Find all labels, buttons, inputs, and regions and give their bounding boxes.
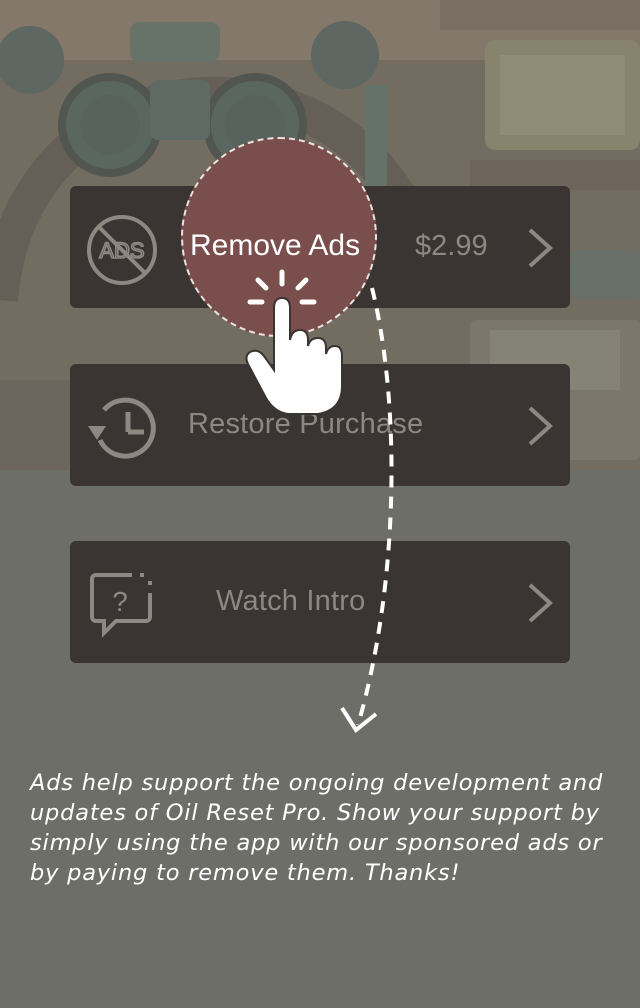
tutorial-message: Ads help support the ongoing development…: [30, 769, 604, 886]
remove-ads-price: $2.99: [415, 230, 488, 262]
tap-hand-icon: [245, 269, 343, 415]
restore-history-icon: [88, 397, 156, 459]
help-chat-icon-text: ?: [112, 586, 128, 617]
no-ads-icon: ADS: [87, 215, 157, 285]
watch-intro-button[interactable]: ? Watch Intro: [70, 541, 570, 663]
chevron-right-icon: [528, 583, 553, 623]
help-chat-icon: ?: [90, 573, 152, 638]
remove-ads-label[interactable]: Remove Ads: [190, 229, 360, 263]
chevron-right-icon: [528, 406, 553, 446]
chevron-right-icon: [528, 228, 553, 268]
